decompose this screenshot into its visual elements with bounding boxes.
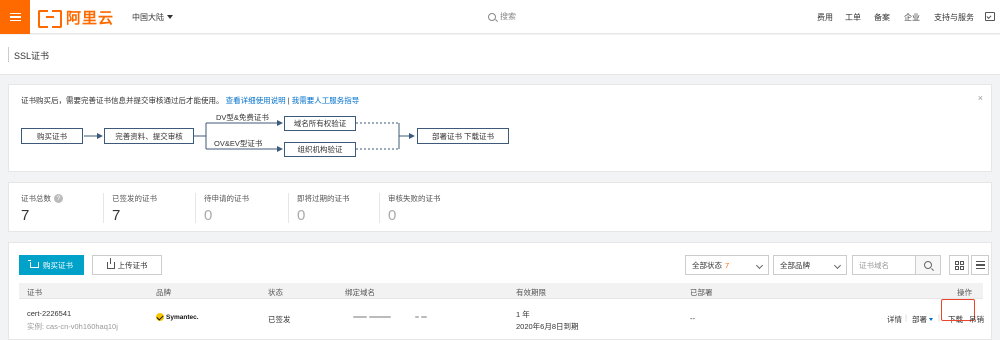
grid-view-icon xyxy=(954,260,964,270)
nav-link-enterprise[interactable]: 企业 xyxy=(904,12,920,23)
col-validity: 有效期限 xyxy=(516,288,546,297)
flow-branch-ov: OV&EV型证书 xyxy=(214,139,263,148)
nav-link-support[interactable]: 支持与服务 xyxy=(934,12,974,23)
chevron-down-icon xyxy=(833,261,842,270)
top-nav-links: 费用 工单 备案 企业 支持与服务 xyxy=(0,12,1000,24)
stat-total: 证书总数? 7 xyxy=(21,193,63,224)
revoke-link[interactable]: 吊销 xyxy=(969,314,984,325)
chevron-down-icon xyxy=(755,261,764,270)
cert-status: 已签发 xyxy=(268,315,291,324)
info-panel: 证书购买后，需要完善证书信息并提交审核通过后才能使用。 查看详细使用说明 | 我… xyxy=(8,84,992,172)
stat-divider xyxy=(379,193,380,223)
col-brand: 品牌 xyxy=(156,288,171,297)
col-cert: 证书 xyxy=(27,288,42,297)
page-title: SSL证书 xyxy=(14,51,50,61)
console-icon[interactable] xyxy=(985,12,995,21)
status-filter-select[interactable]: 全部状态 7 xyxy=(685,255,769,275)
cert-id: cert-2226541 xyxy=(27,309,72,318)
title-divider xyxy=(8,47,9,62)
col-status: 状态 xyxy=(268,288,283,297)
domain-search-input[interactable]: 证书域名 xyxy=(852,255,916,275)
brand-symantec: Symantec. xyxy=(156,313,199,321)
stat-pending: 待申请的证书 0 xyxy=(204,194,249,224)
action-separator: | xyxy=(905,313,907,322)
stat-issued: 已签发的证书 7 xyxy=(112,194,157,224)
list-view-button[interactable] xyxy=(971,255,989,275)
col-domain: 绑定域名 xyxy=(345,288,375,297)
nav-link-tickets[interactable]: 工单 xyxy=(845,12,861,23)
deploy-link[interactable]: 部署 xyxy=(912,314,933,325)
top-nav: 阿里云 中国大陆 搜索 费用 工单 备案 企业 支持与服务 xyxy=(0,0,1000,34)
action-separator: | xyxy=(938,313,940,322)
flow-step-buy: 购买证书 xyxy=(21,128,83,144)
stat-expiring: 即将过期的证书 0 xyxy=(297,194,350,224)
chevron-down-icon xyxy=(929,318,933,321)
stat-divider xyxy=(103,193,104,223)
table-row: cert-2226541 实例: cas-cn-v0h160haq10j Sym… xyxy=(19,299,984,340)
flow-step-complete: 完善资料、提交审核 xyxy=(104,128,194,144)
stat-divider xyxy=(288,193,289,223)
col-actions: 操作 xyxy=(957,288,972,297)
symantec-check-icon xyxy=(156,313,164,321)
cert-instance: 实例: cas-cn-v0h160haq10j xyxy=(27,322,118,331)
flow-verify-org: 组织机构验证 xyxy=(284,142,356,157)
cert-expiry: 2020年6月8日到期 xyxy=(516,322,579,331)
search-icon xyxy=(924,261,932,269)
page-header: SSL证书 xyxy=(0,35,1000,75)
nav-link-icp[interactable]: 备案 xyxy=(874,12,890,23)
buy-certificate-button[interactable]: 购买证书 xyxy=(19,255,84,275)
blurred-domain xyxy=(353,316,427,318)
help-icon[interactable]: ? xyxy=(54,194,63,203)
grid-view-button[interactable] xyxy=(949,255,969,275)
cart-icon xyxy=(28,260,39,268)
flow-branch-dv: DV型&免费证书 xyxy=(216,113,269,122)
stats-panel: 证书总数? 7 已签发的证书 7 待申请的证书 0 即将过期的证书 0 审核失败… xyxy=(8,182,992,232)
col-deployed: 已部署 xyxy=(690,288,713,297)
detail-link[interactable]: 详情 xyxy=(887,314,902,325)
certificate-table-panel: 购买证书 上传证书 全部状态 7 全部品牌 证书域名 证书 品牌 状态 绑定域名 … xyxy=(8,242,992,340)
nav-link-billing[interactable]: 费用 xyxy=(817,12,833,23)
upload-icon xyxy=(106,257,115,269)
flow-verify-domain: 域名所有权验证 xyxy=(284,116,356,131)
brand-filter-select[interactable]: 全部品牌 xyxy=(773,255,847,275)
cert-deployed: -- xyxy=(690,314,695,323)
table-header: 证书 品牌 状态 绑定域名 有效期限 已部署 操作 xyxy=(19,283,983,299)
upload-certificate-button[interactable]: 上传证书 xyxy=(92,255,162,275)
list-view-icon xyxy=(975,261,985,269)
flow-step-deploy: 部署证书 下载证书 xyxy=(417,128,509,144)
search-button[interactable] xyxy=(915,255,941,275)
stat-failed: 审核失败的证书 0 xyxy=(388,194,441,224)
cert-validity: 1 年 xyxy=(516,310,530,319)
stat-divider xyxy=(195,193,196,223)
